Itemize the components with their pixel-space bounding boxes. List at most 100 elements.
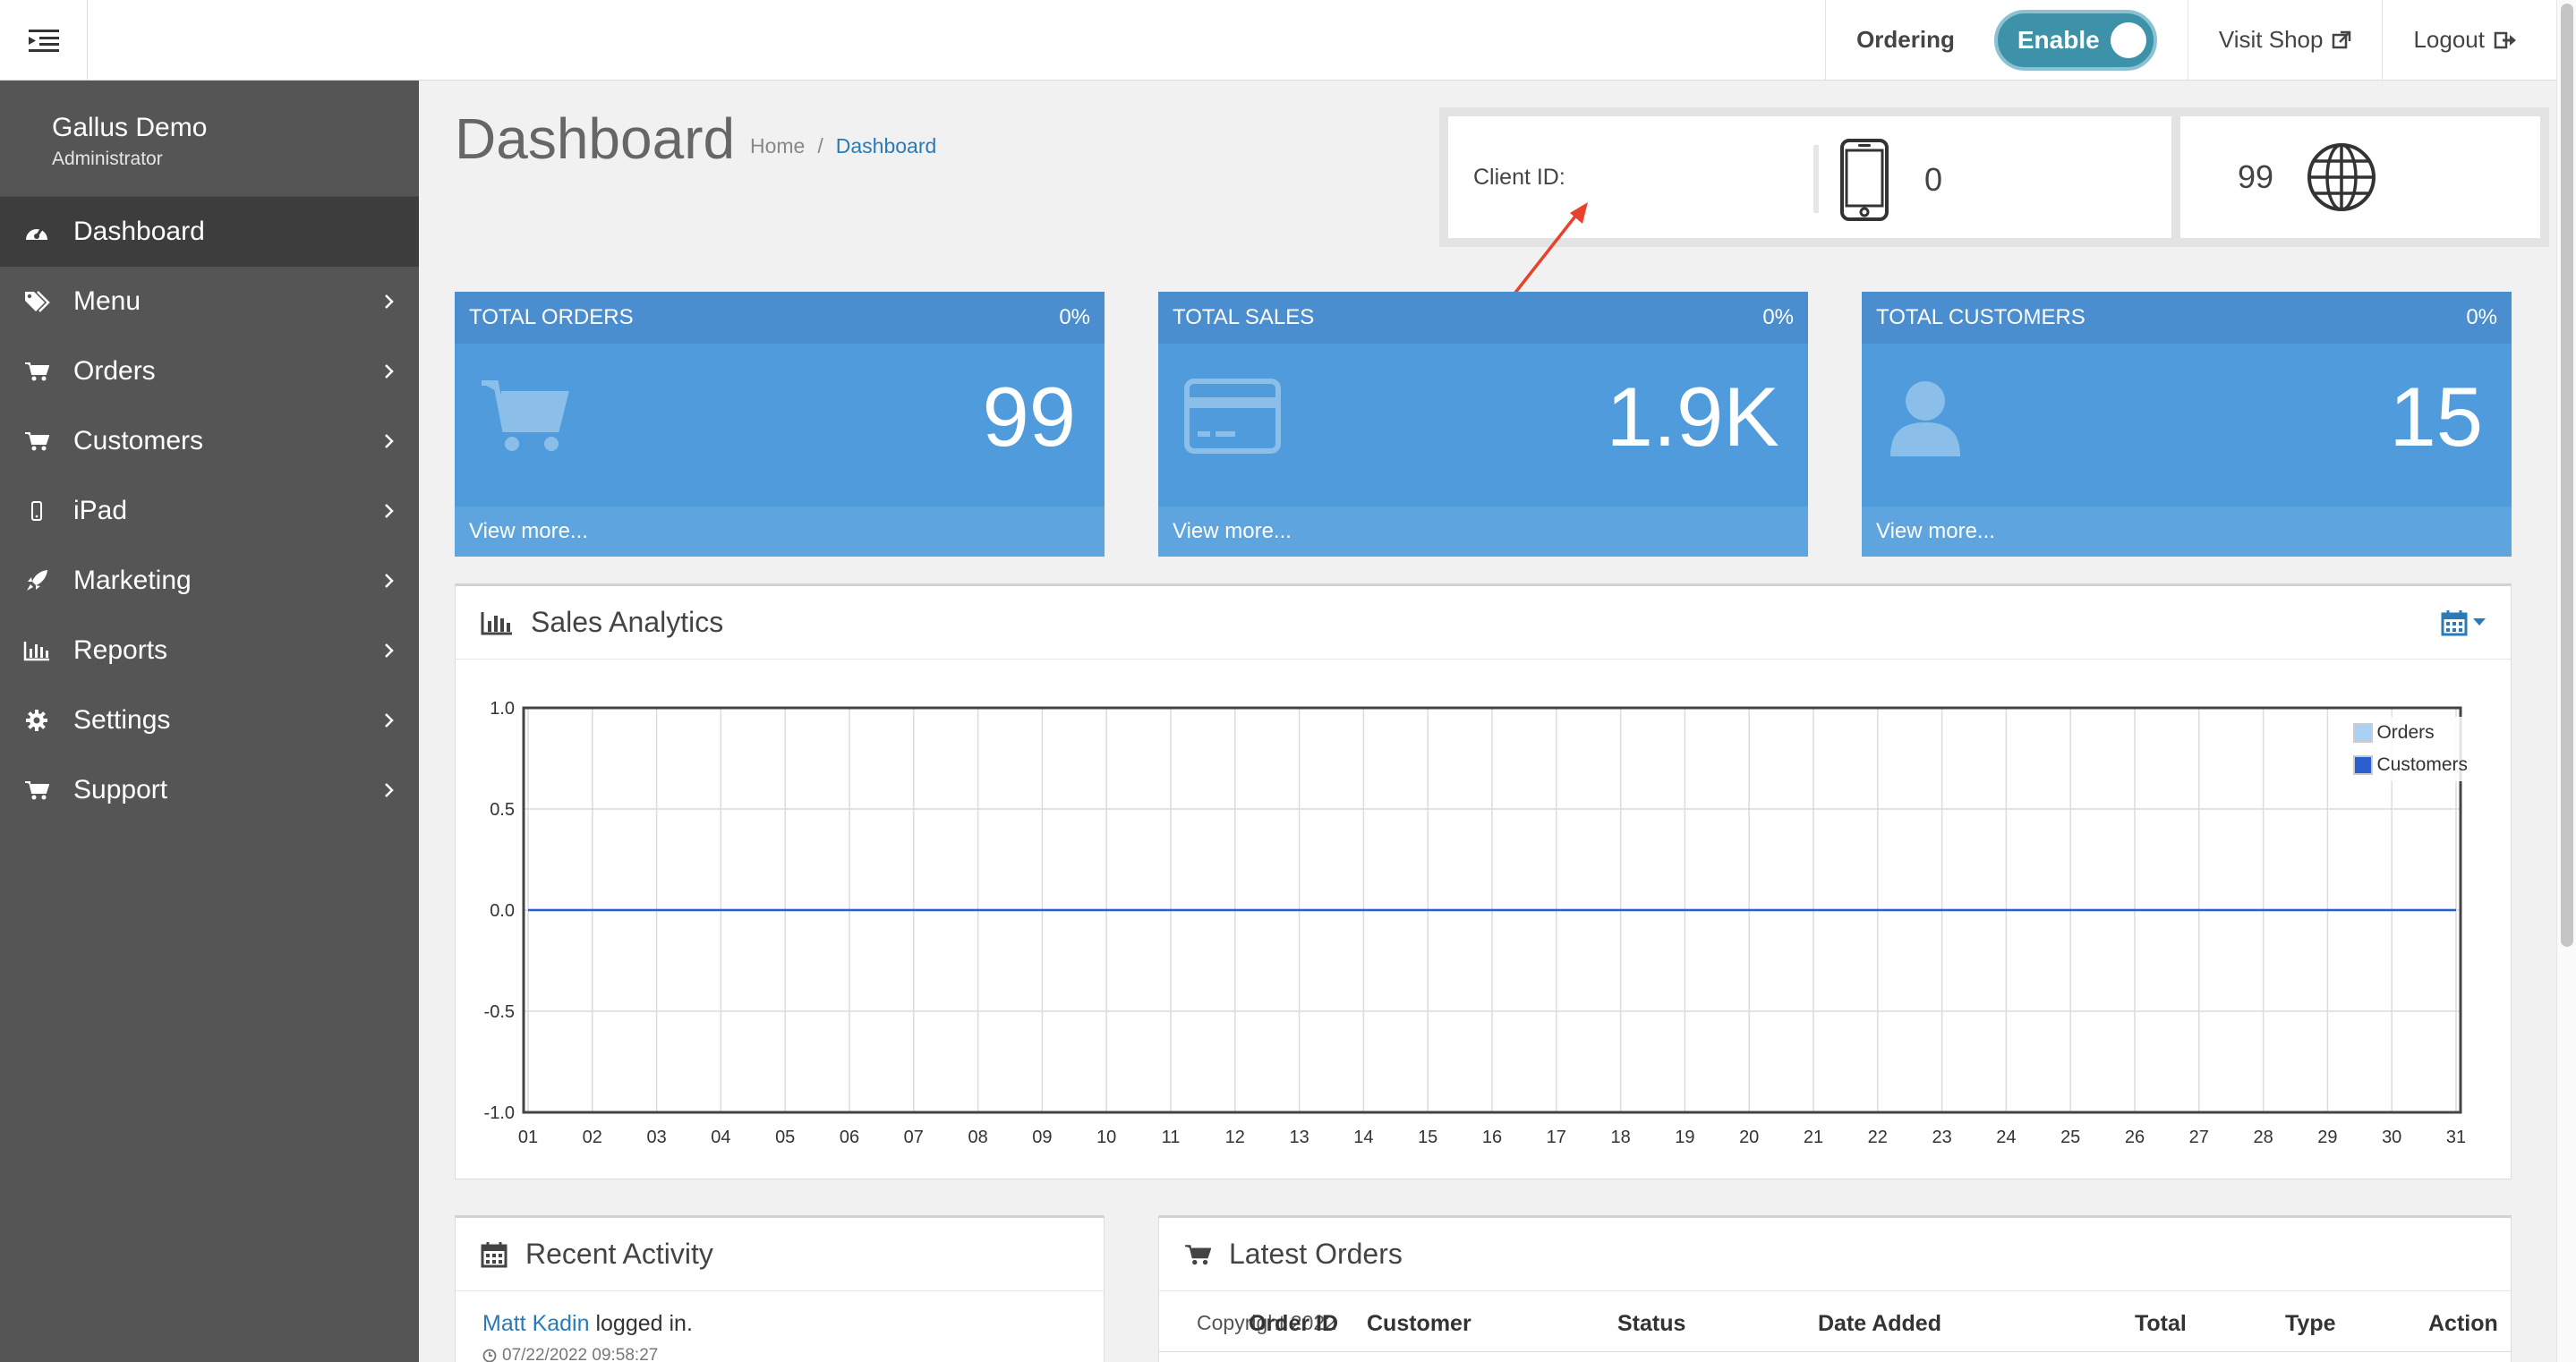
latest-orders-title: Latest Orders (1229, 1238, 1403, 1270)
ordering-label: Ordering (1856, 26, 1955, 53)
view-more-link[interactable]: View more... (455, 506, 1105, 557)
dashboard-icon (23, 218, 50, 245)
user-block: Gallus Demo Administrator (0, 81, 419, 197)
chevron-right-icon (385, 783, 394, 797)
recent-activity-header: Recent Activity (456, 1218, 1104, 1291)
sidebar-item-customers[interactable]: Customers (0, 406, 419, 476)
sidebar-item-label: Reports (73, 635, 168, 665)
cart-icon (482, 380, 569, 451)
sidebar-item-reports[interactable]: Reports (0, 616, 419, 685)
logout-label: Logout (2413, 26, 2485, 53)
view-more-link[interactable]: View more... (1158, 506, 1808, 557)
x-tick-label: 16 (1482, 1128, 1502, 1147)
client-info-box: Client ID: 0 99 (1439, 107, 2549, 247)
stat-title: TOTAL CUSTOMERS (1876, 305, 2086, 329)
x-tick-label: 19 (1675, 1128, 1694, 1147)
cart-icon (1185, 1244, 1211, 1264)
page-scrollbar[interactable] (2556, 0, 2576, 1362)
toggle-label: Enable (2017, 25, 2100, 54)
sidebar-item-label: Support (73, 775, 168, 804)
sales-analytics-header: Sales Analytics (456, 586, 2511, 660)
column-customer[interactable]: Customer (1367, 1311, 1471, 1337)
x-tick-label: 10 (1096, 1128, 1116, 1147)
latest-orders-header: Latest Orders (1159, 1218, 2511, 1291)
client-divider (1813, 145, 1819, 213)
sidebar-item-support[interactable]: Support (0, 755, 419, 825)
x-tick-label: 09 (1032, 1128, 1052, 1147)
activity-timestamp: 07/22/2022 09:58:27 (456, 1337, 1104, 1362)
chevron-right-icon (385, 364, 394, 379)
legend-entry-orders: Orders (2353, 717, 2468, 749)
x-tick-label: 21 (1804, 1128, 1823, 1147)
sidebar-toggle-button[interactable] (0, 0, 88, 80)
y-tick-label: 0.5 (490, 800, 515, 820)
x-tick-label: 29 (2317, 1128, 2337, 1147)
user-icon (1890, 381, 1960, 456)
stat-title: TOTAL SALES (1173, 305, 1315, 329)
cart-icon (23, 777, 50, 804)
legend-label: Customers (2376, 754, 2468, 775)
activity-user-link[interactable]: Matt Kadin (482, 1311, 590, 1336)
sidebar-item-menu[interactable]: Menu (0, 267, 419, 336)
logout-link[interactable]: Logout (2382, 0, 2547, 80)
toggle-knob (2110, 21, 2146, 58)
stat-card-total-customers: TOTAL CUSTOMERS 0% 15 View more... (1862, 292, 2512, 557)
column-status[interactable]: Status (1617, 1311, 1685, 1337)
x-tick-label: 15 (1418, 1128, 1437, 1147)
legend-swatch (2353, 723, 2374, 743)
date-range-dropdown[interactable] (2441, 609, 2486, 636)
sidebar-item-settings[interactable]: Settings (0, 685, 419, 755)
stat-card-header: TOTAL SALES 0% (1158, 292, 1808, 344)
ordering-toggle[interactable]: Enable (1993, 9, 2157, 71)
x-tick-label: 04 (711, 1128, 730, 1147)
view-more-label: View more... (1876, 519, 1995, 543)
view-more-link[interactable]: View more... (1862, 506, 2512, 557)
chevron-right-icon (385, 643, 394, 658)
column-type[interactable]: Type (2285, 1311, 2336, 1337)
x-tick-label: 17 (1547, 1128, 1566, 1147)
x-tick-label: 27 (2189, 1128, 2209, 1147)
x-tick-label: 24 (1996, 1128, 2016, 1147)
x-tick-label: 20 (1739, 1128, 1759, 1147)
caret-down-icon (2473, 617, 2486, 626)
x-tick-label: 14 (1353, 1128, 1373, 1147)
calendar-icon (481, 1241, 508, 1267)
x-tick-label: 03 (646, 1128, 666, 1147)
x-tick-label: 25 (2060, 1128, 2080, 1147)
x-tick-label: 18 (1610, 1128, 1630, 1147)
sidebar-item-ipad[interactable]: iPad (0, 476, 419, 546)
ordering-control: Ordering Enable (1825, 0, 2188, 80)
visit-shop-label: Visit Shop (2218, 26, 2324, 53)
x-tick-label: 22 (1868, 1128, 1888, 1147)
stat-percent: 0% (2466, 305, 2497, 329)
scrollbar-thumb[interactable] (2561, 4, 2573, 947)
sidebar-item-dashboard[interactable]: Dashboard (0, 197, 419, 267)
recent-activity-panel: Recent Activity Matt Kadin logged in. 07… (455, 1215, 1105, 1362)
orders-table-header: Copyright 2022 Order ID Customer Status … (1159, 1291, 2511, 1352)
column-total[interactable]: Total (2135, 1311, 2187, 1337)
sidebar-item-orders[interactable]: Orders (0, 336, 419, 406)
x-tick-label: 23 (1932, 1128, 1951, 1147)
stat-card-header: TOTAL ORDERS 0% (455, 292, 1105, 344)
bar-chart-icon (481, 611, 512, 634)
x-tick-label: 28 (2253, 1128, 2273, 1147)
phone-icon (1840, 139, 1889, 221)
x-tick-label: 31 (2446, 1128, 2466, 1147)
breadcrumb-home[interactable]: Home (750, 134, 805, 158)
mobile-icon (23, 498, 50, 524)
stat-card-body: 1.9K (1158, 344, 1808, 506)
rocket-icon (23, 567, 50, 594)
visit-shop-link[interactable]: Visit Shop (2187, 0, 2383, 80)
breadcrumb-dashboard[interactable]: Dashboard (836, 134, 937, 158)
stat-percent: 0% (1059, 305, 1090, 329)
column-date-added[interactable]: Date Added (1818, 1311, 1941, 1337)
user-role: Administrator (52, 149, 163, 169)
sidebar-item-label: Settings (73, 705, 171, 735)
stat-card-total-sales: TOTAL SALES 0% 1.9K View more... (1158, 292, 1808, 557)
sidebar-item-marketing[interactable]: Marketing (0, 546, 419, 616)
top-bar: Ordering Enable Visit Shop Logout (0, 0, 2576, 81)
column-action[interactable]: Action (2428, 1311, 2498, 1337)
y-tick-label: 0.0 (490, 901, 515, 921)
sales-chart: 01 02 03 04 05 06 07 08 09 10 11 12 13 14 15 16 17 18 19 20… (484, 699, 2467, 1147)
column-order-id[interactable]: Order ID (1249, 1311, 1338, 1337)
